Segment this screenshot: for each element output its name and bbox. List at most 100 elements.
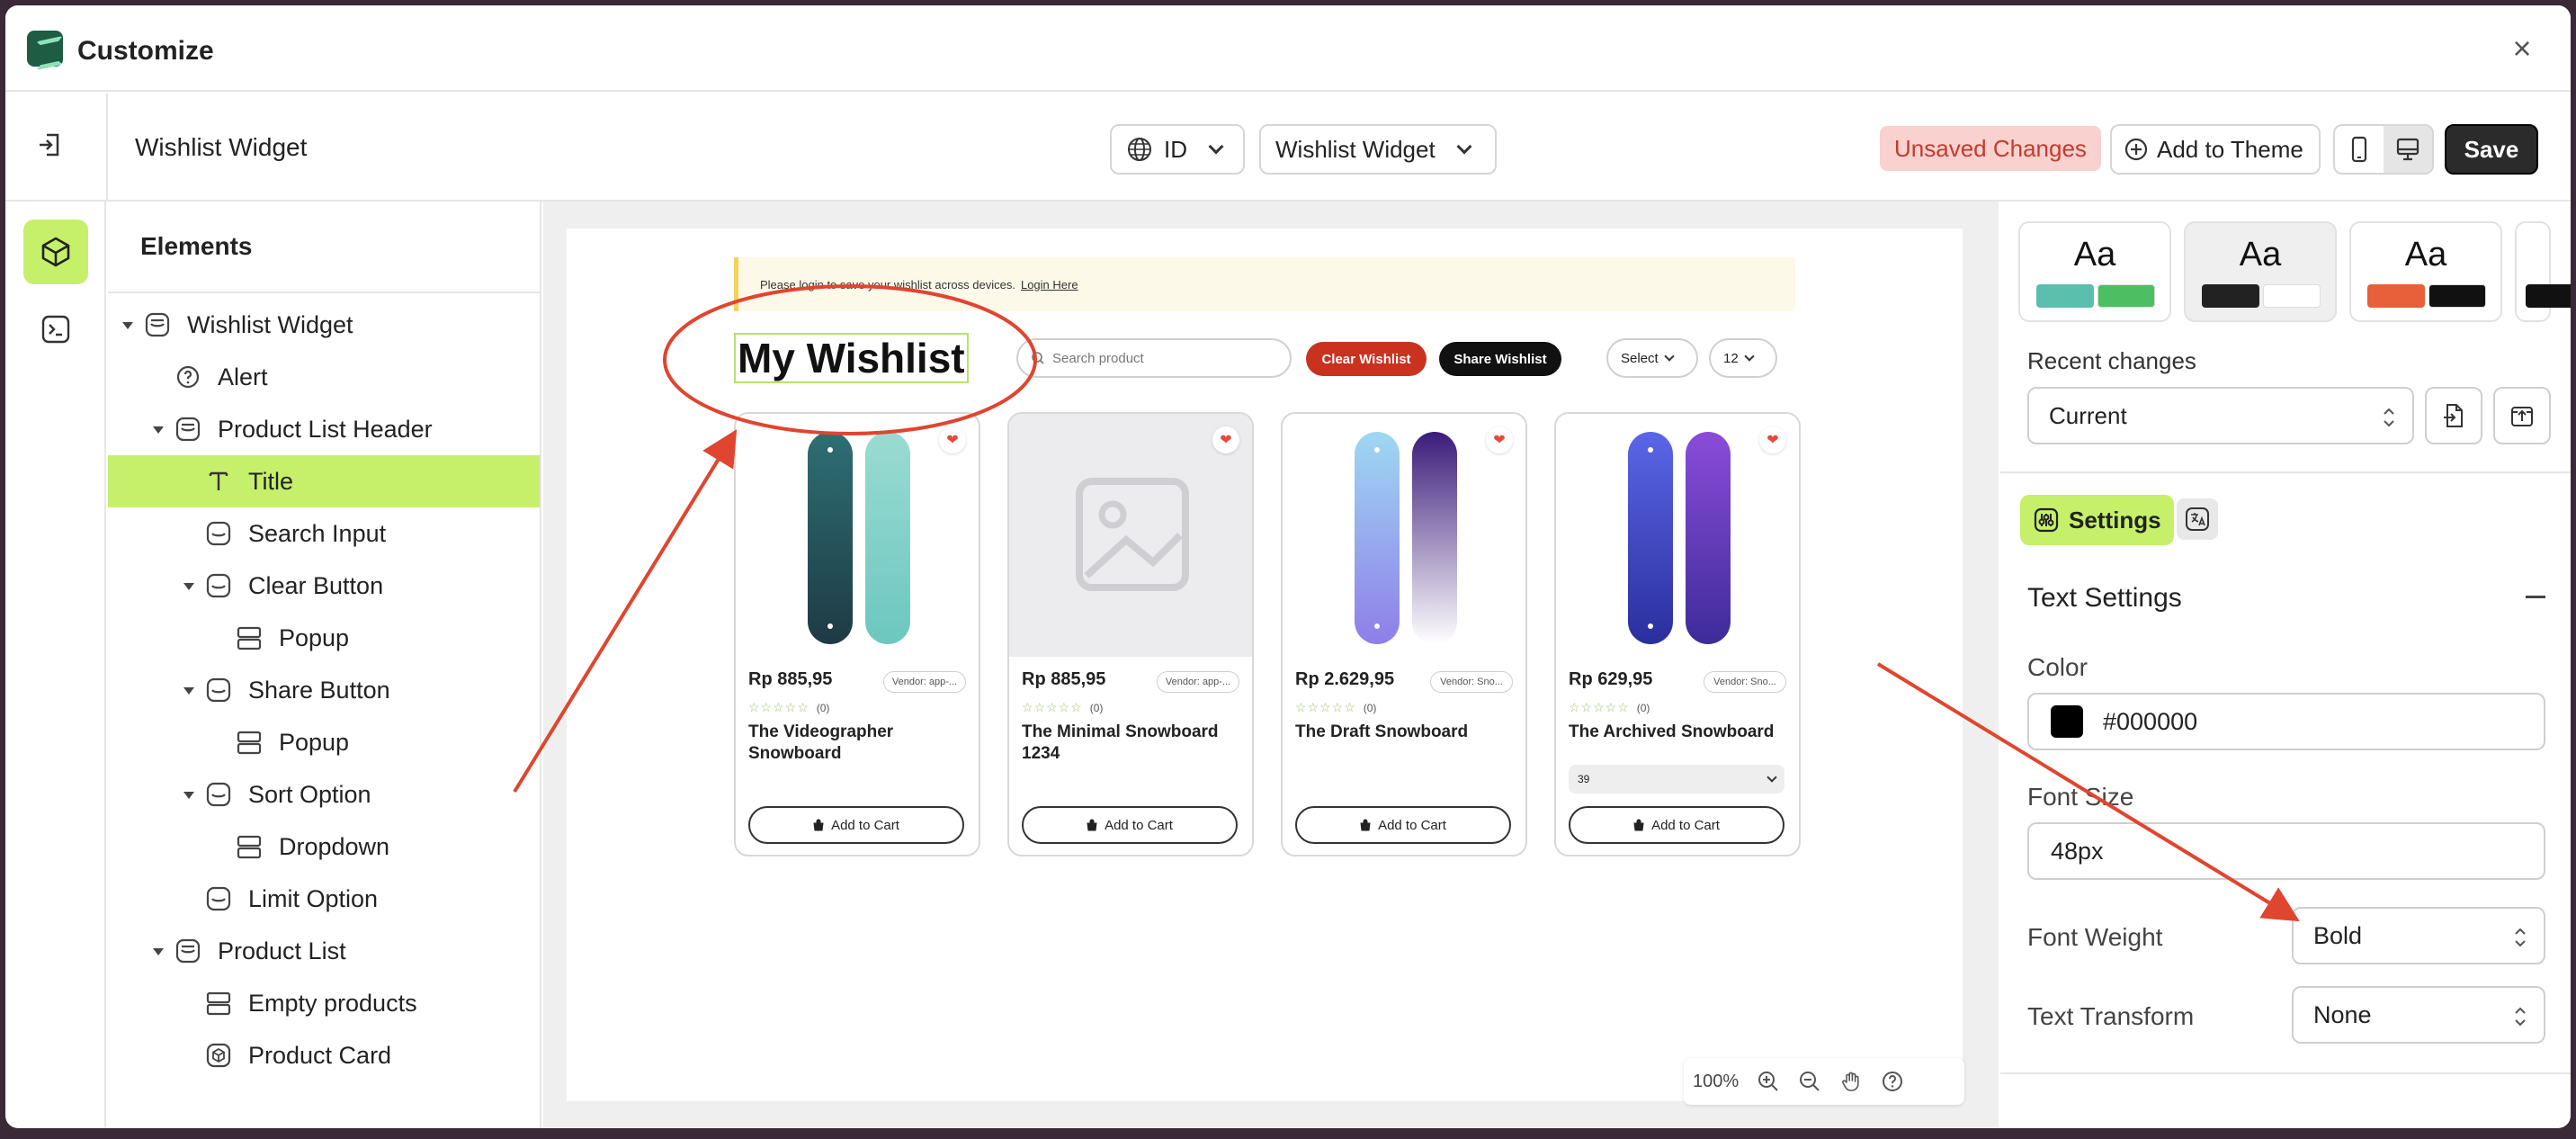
clear-wishlist-button[interactable]: Clear Wishlist bbox=[1306, 342, 1427, 376]
tree-item-popup[interactable]: Popup bbox=[108, 612, 540, 664]
tree-item-product-list-header[interactable]: Product List Header bbox=[108, 403, 540, 455]
theme-preset-card[interactable]: Aa bbox=[2349, 221, 2502, 322]
export-icon bbox=[2511, 407, 2533, 426]
customize-window: Customize × Wishlist Widget ID Wishlist … bbox=[5, 5, 2571, 1128]
alert-text: Please login to save your wishlist acros… bbox=[760, 277, 1015, 291]
zoom-out-icon[interactable] bbox=[1798, 1070, 1821, 1093]
sort-select[interactable]: Select bbox=[1606, 338, 1698, 378]
tree-item-search-input[interactable]: Search Input bbox=[108, 507, 540, 560]
product-price: Rp 629,95 bbox=[1569, 669, 1653, 689]
wishlist-title[interactable]: My Wishlist bbox=[734, 333, 969, 383]
elements-tab[interactable] bbox=[23, 220, 88, 284]
product-name[interactable]: The Archived Snowboard bbox=[1569, 722, 1784, 743]
tree-item-product-list[interactable]: Product List bbox=[108, 925, 540, 977]
hand-icon[interactable] bbox=[1839, 1070, 1863, 1093]
translate-tab[interactable] bbox=[2177, 498, 2218, 540]
caret-down-icon[interactable] bbox=[122, 322, 133, 329]
mobile-view-button[interactable] bbox=[2335, 126, 2384, 173]
heart-icon[interactable]: ❤ bbox=[1212, 426, 1239, 453]
tree-item-label: Clear Button bbox=[248, 571, 384, 599]
tree-item-wishlist-widget[interactable]: Wishlist Widget bbox=[108, 299, 540, 351]
settings-tab[interactable]: Settings bbox=[2020, 495, 2174, 545]
text-transform-value: None bbox=[2313, 1000, 2372, 1028]
sort-value: Select bbox=[1621, 350, 1659, 366]
login-link[interactable]: Login Here bbox=[1021, 278, 1078, 291]
heart-icon[interactable]: ❤ bbox=[939, 426, 966, 453]
tree-item-product-card[interactable]: Product Card bbox=[108, 1029, 540, 1081]
product-price: Rp 885,95 bbox=[748, 669, 833, 689]
help-icon[interactable] bbox=[1881, 1070, 1904, 1093]
caret-down-icon[interactable] bbox=[183, 583, 194, 590]
font-weight-select[interactable]: Bold bbox=[2292, 907, 2545, 964]
review-count: (0) bbox=[1636, 702, 1650, 714]
desktop-view-button[interactable] bbox=[2384, 126, 2432, 173]
chevron-down-icon bbox=[1664, 351, 1675, 362]
product-name[interactable]: The Videographer Snowboard bbox=[748, 722, 964, 765]
caret-down-icon[interactable] bbox=[153, 426, 164, 434]
limit-select[interactable]: 12 bbox=[1709, 338, 1777, 378]
variant-select[interactable]: 39 bbox=[1569, 765, 1784, 794]
recent-changes-select[interactable]: Current bbox=[2027, 387, 2414, 444]
layout-icon bbox=[237, 835, 262, 859]
add-to-cart-button[interactable]: Add to Cart bbox=[1295, 806, 1511, 844]
tree-item-dropdown[interactable]: Dropdown bbox=[108, 821, 540, 873]
text-transform-select[interactable]: None bbox=[2292, 986, 2545, 1044]
product-image[interactable] bbox=[1283, 414, 1525, 657]
product-image[interactable] bbox=[1009, 414, 1252, 657]
tree-item-label: Popup bbox=[279, 728, 350, 756]
updown-chevron-icon bbox=[2515, 928, 2526, 947]
tree-item-alert[interactable]: Alert bbox=[108, 351, 540, 403]
caret-down-icon[interactable] bbox=[183, 687, 194, 695]
tree-item-empty-products[interactable]: Empty products bbox=[108, 977, 540, 1029]
vendor-badge: Vendor: Sno... bbox=[1704, 671, 1786, 693]
close-icon[interactable]: × bbox=[2508, 32, 2536, 65]
heart-icon[interactable]: ❤ bbox=[1759, 426, 1786, 453]
divider bbox=[108, 291, 540, 293]
product-image[interactable] bbox=[736, 414, 979, 657]
font-size-field[interactable]: 48px bbox=[2027, 822, 2545, 880]
template-select[interactable]: Wishlist Widget bbox=[1259, 124, 1497, 175]
export-button[interactable] bbox=[2493, 387, 2551, 444]
vendor-badge: Vendor: Sno... bbox=[1430, 671, 1513, 693]
caret-down-icon[interactable] bbox=[183, 792, 194, 799]
theme-preset-card[interactable] bbox=[2515, 221, 2571, 322]
product-name[interactable]: The Draft Snowboard bbox=[1295, 722, 1511, 743]
theme-preset-card[interactable]: Aa bbox=[2184, 221, 2337, 322]
tree-item-share-button[interactable]: Share Button bbox=[108, 664, 540, 716]
language-select[interactable]: ID bbox=[1110, 124, 1245, 175]
globe-icon bbox=[1128, 138, 1151, 161]
caret-down-icon[interactable] bbox=[153, 948, 164, 955]
tree-item-clear-button[interactable]: Clear Button bbox=[108, 560, 540, 612]
color-field[interactable]: #000000 bbox=[2027, 693, 2545, 750]
import-button[interactable] bbox=[2425, 387, 2482, 444]
theme-preset-card[interactable]: Aa bbox=[2018, 221, 2171, 322]
tree-item-popup[interactable]: Popup bbox=[108, 716, 540, 768]
share-wishlist-button[interactable]: Share Wishlist bbox=[1439, 342, 1561, 376]
tree-item-title[interactable]: Title bbox=[108, 455, 540, 507]
tree-item-sort-option[interactable]: Sort Option bbox=[108, 768, 540, 821]
add-to-cart-button[interactable]: Add to Cart bbox=[748, 806, 964, 844]
heart-icon[interactable]: ❤ bbox=[1486, 426, 1513, 453]
font-size-label: Font Size bbox=[2027, 783, 2134, 811]
product-card[interactable]: ❤ Rp 885,95 Vendor: app-... ☆☆☆☆☆ (0) The Vid… bbox=[734, 412, 980, 856]
product-card[interactable]: ❤ Rp 629,95 Vendor: Sno... ☆☆☆☆☆ (0) The Arch… bbox=[1554, 412, 1801, 856]
product-name[interactable]: The Minimal Snowboard 1234 bbox=[1022, 722, 1238, 765]
save-button[interactable]: Save bbox=[2445, 124, 2538, 175]
collapse-icon[interactable] bbox=[2526, 596, 2545, 598]
zoom-in-icon[interactable] bbox=[1757, 1070, 1780, 1093]
tree-item-limit-option[interactable]: Limit Option bbox=[108, 873, 540, 925]
add-to-cart-button[interactable]: Add to Cart bbox=[1569, 806, 1784, 844]
search-input[interactable]: Search product bbox=[1016, 338, 1292, 378]
chevron-down-icon bbox=[1744, 351, 1755, 362]
color-value: #000000 bbox=[2103, 707, 2198, 735]
product-card[interactable]: ❤ Rp 885,95 Vendor: app-... ☆☆☆☆☆ (0) The Min… bbox=[1007, 412, 1254, 856]
code-tab[interactable] bbox=[23, 297, 88, 362]
add-to-cart-button[interactable]: Add to Cart bbox=[1022, 806, 1238, 844]
language-value: ID bbox=[1164, 135, 1187, 163]
product-card[interactable]: ❤ Rp 2.629,95 Vendor: Sno... ☆☆☆☆☆ (0) The Dr… bbox=[1281, 412, 1527, 856]
product-image[interactable] bbox=[1556, 414, 1799, 657]
chevron-down-icon bbox=[1456, 139, 1472, 155]
exit-icon[interactable] bbox=[36, 131, 63, 158]
add-to-theme-button[interactable]: Add to Theme bbox=[2110, 124, 2321, 175]
color-swatch[interactable] bbox=[2051, 705, 2083, 738]
